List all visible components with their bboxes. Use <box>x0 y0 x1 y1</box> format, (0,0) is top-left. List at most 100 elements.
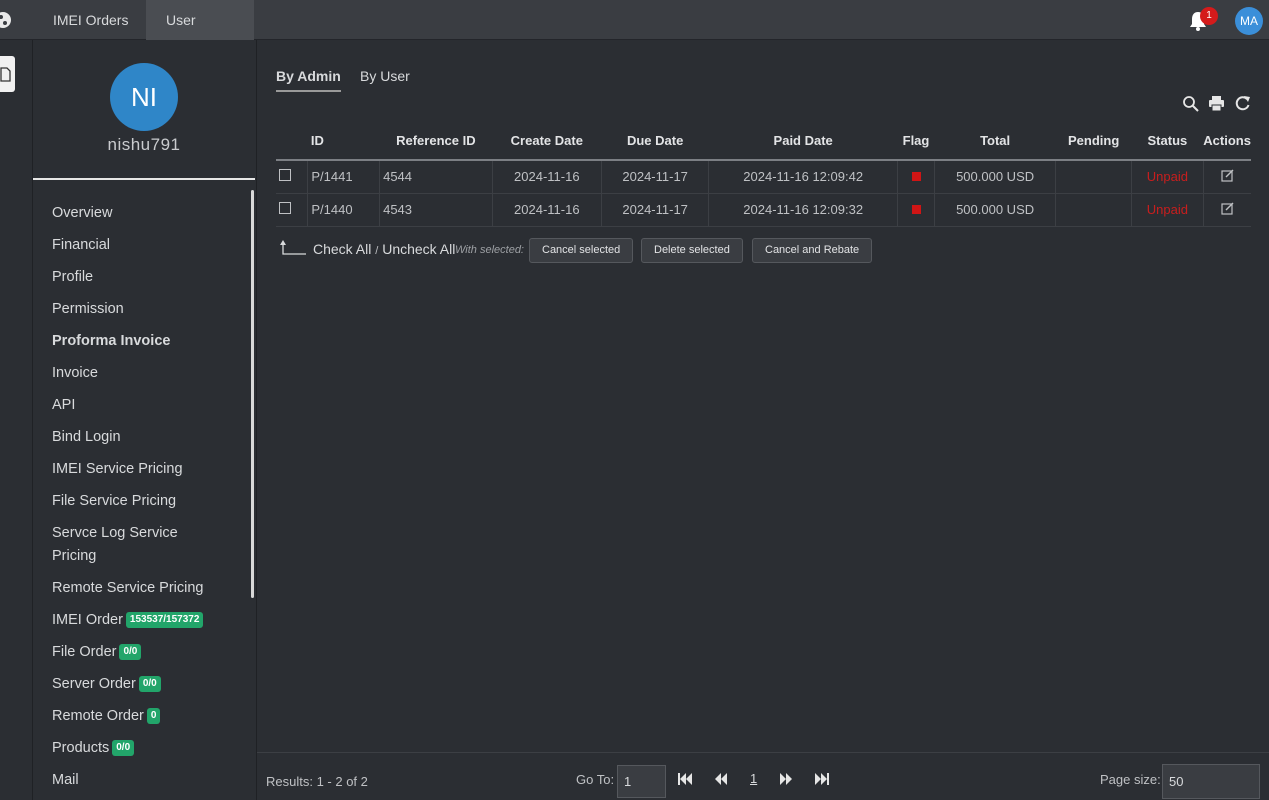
goto-page-input[interactable] <box>617 765 666 798</box>
sidebar-item-profile[interactable]: Profile <box>52 266 247 289</box>
first-page-icon[interactable] <box>677 772 693 786</box>
order-count-badge: 0/0 <box>119 644 142 661</box>
notification-count-badge: 1 <box>1200 7 1218 25</box>
sidebar-item-label: IMEI Order <box>52 612 123 628</box>
sidebar-item-invoice[interactable]: Invoice <box>52 362 247 385</box>
cell-reference-id: 4543 <box>379 193 493 227</box>
current-page-link[interactable]: 1 <box>750 771 757 786</box>
sidebar-item-bind-login[interactable]: Bind Login <box>52 426 247 449</box>
sidebar-item-file-order[interactable]: File Order 0/0 <box>52 641 247 664</box>
column-header-status[interactable]: Status <box>1131 122 1204 161</box>
cancel-and-rebate-button[interactable]: Cancel and Rebate <box>752 238 873 263</box>
cell-pending <box>1055 160 1133 194</box>
sidebar-divider <box>33 178 255 180</box>
flag-red-square-icon[interactable] <box>911 172 921 182</box>
sidebar-item-imei-order[interactable]: IMEI Order 153537/157372 <box>52 609 247 632</box>
page-size-label: Page size: <box>1100 772 1161 787</box>
tab-imei-orders[interactable]: IMEI Orders <box>33 0 148 40</box>
cell-create-date: 2024-11-16 <box>492 193 602 227</box>
next-page-icon[interactable] <box>778 772 794 786</box>
cell-actions <box>1203 193 1251 227</box>
sidebar-item-label: File Order <box>52 644 117 660</box>
cell-flag <box>897 160 935 194</box>
top-bar: IMEI Orders User #1003 1 MA <box>0 0 1269 68</box>
row-select-cell <box>276 160 309 194</box>
user-avatar[interactable]: MA <box>1235 7 1263 35</box>
table-row: P/1440 4543 2024-11-16 2024-11-17 2024-1… <box>276 193 1251 227</box>
profile-username: nishu791 <box>107 135 181 154</box>
pagination-footer: Results: 1 - 2 of 2 Go To: 1 Page size: <box>257 752 1269 800</box>
goto-label: Go To: <box>576 772 615 787</box>
row-select-cell <box>276 193 309 227</box>
order-count-badge: 0/0 <box>138 676 161 693</box>
subtab-by-user[interactable]: By User <box>360 68 410 84</box>
sidebar-item-file-service-pricing[interactable]: File Service Pricing <box>52 490 247 513</box>
sidebar-item-server-order[interactable]: Server Order 0/0 <box>52 673 247 696</box>
cell-status: Unpaid <box>1131 160 1204 194</box>
edit-icon[interactable] <box>1221 202 1234 215</box>
sidebar-item-products[interactable]: Products 0/0 <box>52 737 247 760</box>
select-column-header <box>276 122 308 161</box>
sidebar-item-proforma-invoice[interactable]: Proforma Invoice <box>52 330 247 353</box>
sidebar-item-imei-service-pricing[interactable]: IMEI Service Pricing <box>52 458 247 481</box>
cell-paid-date: 2024-11-16 12:09:42 <box>708 160 899 194</box>
sidebar-item-mail[interactable]: Mail <box>52 769 247 792</box>
check-uncheck-links: Check All / Uncheck All <box>313 241 455 257</box>
column-header-flag[interactable]: Flag <box>897 122 935 161</box>
arrow-up-left-icon <box>280 240 306 255</box>
cell-flag <box>897 193 935 227</box>
app-logo-icon[interactable] <box>0 10 12 30</box>
sidebar-item-remote-service-pricing[interactable]: Remote Service Pricing <box>52 577 247 600</box>
sidebar-item-overview[interactable]: Overview <box>52 202 247 225</box>
last-page-icon[interactable] <box>814 772 830 786</box>
sidebar-item-financial[interactable]: Financial <box>52 234 247 257</box>
order-count-badge: 153537/157372 <box>125 612 204 629</box>
cell-due-date: 2024-11-17 <box>601 160 710 194</box>
page-size-input[interactable] <box>1162 764 1260 799</box>
sidebar-item-service-log-pricing[interactable]: Servce Log Service Pricing <box>52 522 202 568</box>
sidebar-item-label: Server Order <box>52 676 136 692</box>
row-checkbox[interactable] <box>279 169 291 182</box>
column-header-actions: Actions <box>1203 122 1251 161</box>
cancel-selected-button[interactable]: Cancel selected <box>529 238 634 263</box>
column-header-id[interactable]: ID <box>307 122 380 161</box>
cell-total: 500.000 USD <box>934 193 1057 227</box>
with-selected-label: With selected: <box>455 244 524 256</box>
order-count-badge: 0 <box>146 708 161 725</box>
tab-user-1003[interactable]: User #1003 <box>146 0 254 68</box>
sidebar-item-label: Remote Order <box>52 708 144 724</box>
edit-icon[interactable] <box>1221 169 1234 182</box>
sidebar-item-permission[interactable]: Permission <box>52 298 247 321</box>
document-icon <box>0 67 11 82</box>
cell-status: Unpaid <box>1131 193 1204 227</box>
check-all-link[interactable]: Check All <box>313 241 371 257</box>
column-header-total[interactable]: Total <box>934 122 1056 161</box>
column-header-create-date[interactable]: Create Date <box>492 122 602 161</box>
column-header-paid-date[interactable]: Paid Date <box>708 122 898 161</box>
flag-red-square-icon[interactable] <box>911 205 921 214</box>
column-header-reference-id[interactable]: Reference ID <box>379 122 493 161</box>
sidebar: NI nishu791 Overview Financial Profile P… <box>33 40 257 800</box>
uncheck-all-link[interactable]: Uncheck All <box>382 241 455 257</box>
cell-create-date: 2024-11-16 <box>492 160 602 194</box>
row-checkbox[interactable] <box>279 202 291 214</box>
column-header-due-date[interactable]: Due Date <box>601 122 709 161</box>
previous-page-icon[interactable] <box>713 772 729 786</box>
column-header-pending[interactable]: Pending <box>1055 122 1132 161</box>
sidebar-item-remote-order[interactable]: Remote Order 0 <box>52 705 247 728</box>
delete-selected-button[interactable]: Delete selected <box>641 238 743 263</box>
refresh-icon[interactable] <box>1234 95 1251 112</box>
print-icon[interactable] <box>1208 95 1225 112</box>
sidebar-nav: Overview Financial Profile Permission Pr… <box>52 202 247 800</box>
subtab-by-admin[interactable]: By Admin <box>276 68 341 92</box>
cell-id: P/1441 <box>307 160 381 194</box>
separator: / <box>375 245 379 257</box>
cell-reference-id: 4544 <box>379 160 493 194</box>
left-rail <box>0 40 33 800</box>
search-icon[interactable] <box>1182 95 1199 112</box>
table-header-row: ID Reference ID Create Date Due Date Pai… <box>276 122 1251 161</box>
order-count-badge: 0/0 <box>112 740 135 757</box>
sidebar-toggle-button[interactable] <box>0 56 15 92</box>
sidebar-scrollbar[interactable] <box>251 190 254 598</box>
sidebar-item-api[interactable]: API <box>52 394 247 417</box>
